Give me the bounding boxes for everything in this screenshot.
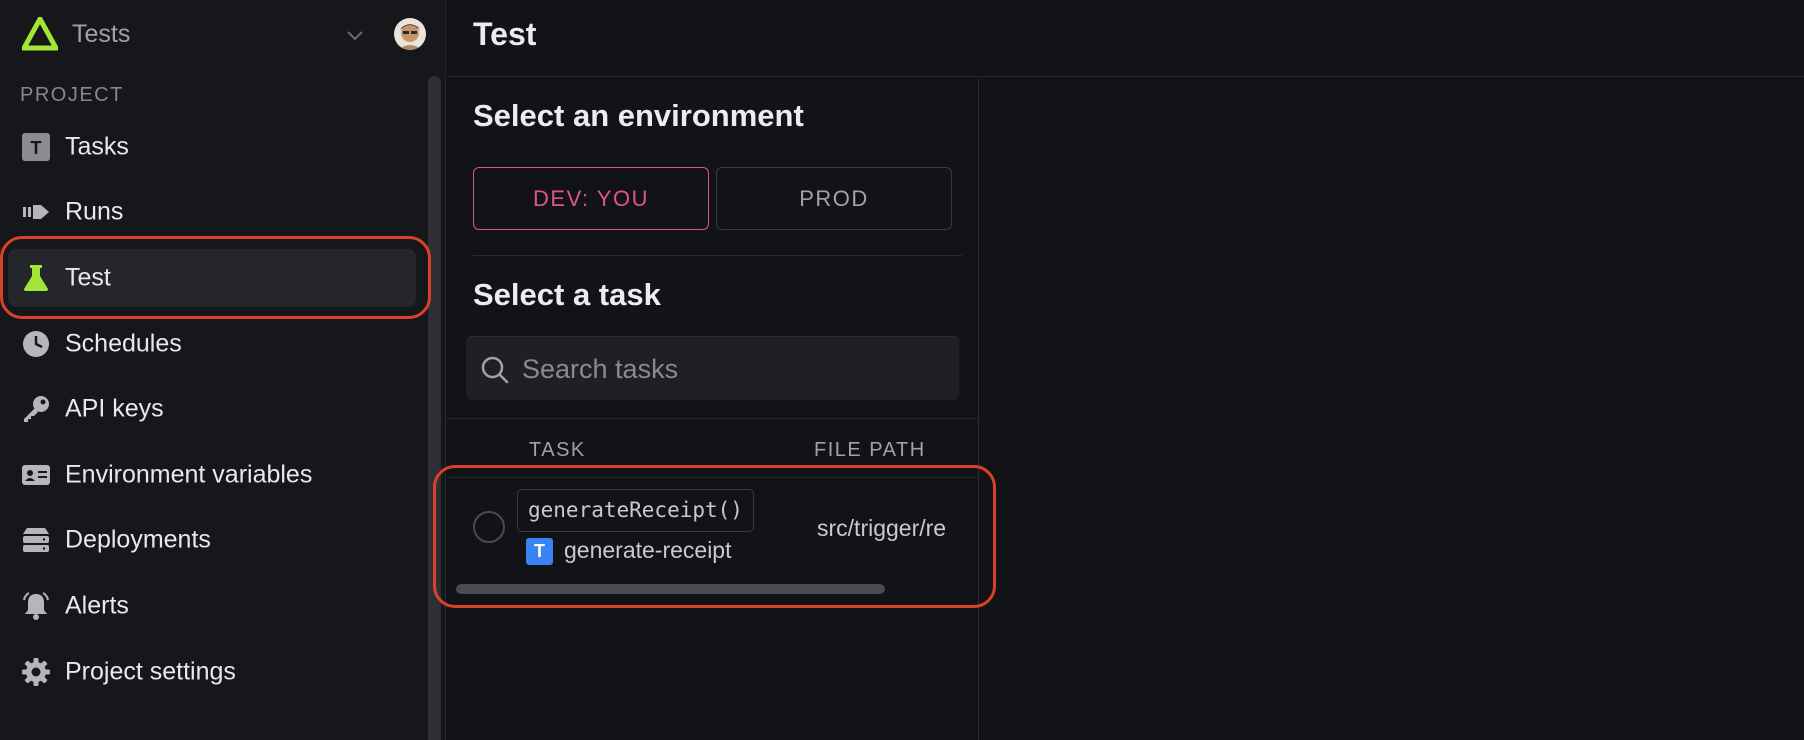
divider xyxy=(473,255,962,256)
task-heading: Select a task xyxy=(473,277,661,312)
test-panel: Select an environment DEV: YOU PROD Sele… xyxy=(447,78,979,740)
flask-icon xyxy=(20,262,52,294)
sidebar-item-runs[interactable]: Runs xyxy=(8,183,416,241)
search-input[interactable] xyxy=(522,337,942,401)
task-radio[interactable] xyxy=(473,511,505,543)
sidebar-item-api-keys[interactable]: API keys xyxy=(8,380,416,438)
sidebar-item-label: Environment variables xyxy=(65,460,313,489)
sidebar-item-project-settings[interactable]: Project settings xyxy=(8,643,416,701)
task-search[interactable] xyxy=(466,336,959,401)
search-icon xyxy=(481,356,509,384)
task-type-badge: T xyxy=(526,538,553,565)
sidebar-item-test[interactable]: Test xyxy=(8,249,416,307)
project-name: Tests xyxy=(72,20,131,48)
runs-icon xyxy=(20,196,52,228)
page-title: Test xyxy=(473,16,537,52)
id-card-icon xyxy=(20,459,52,491)
page-header: Test xyxy=(447,0,1804,77)
gear-icon xyxy=(20,656,52,688)
sidebar-item-environment-variables[interactable]: Environment variables xyxy=(8,446,416,504)
sidebar-item-label: Deployments xyxy=(65,525,211,554)
sidebar-item-label: API keys xyxy=(65,394,164,423)
table-row[interactable]: generateReceipt() T generate-receipt src… xyxy=(447,478,978,596)
task-file-path: src/trigger/re xyxy=(817,515,947,541)
column-header-task[interactable]: TASK xyxy=(529,439,586,462)
env-prod-button[interactable]: PROD xyxy=(716,167,952,230)
table-header: TASK FILE PATH xyxy=(447,418,978,478)
sidebar-item-label: Alerts xyxy=(65,591,129,620)
svg-text:T: T xyxy=(31,138,42,158)
sidebar-item-label: Runs xyxy=(65,197,124,226)
sidebar-item-deployments[interactable]: Deployments xyxy=(8,511,416,569)
environment-heading: Select an environment xyxy=(473,98,804,133)
task-id: generate-receipt xyxy=(564,537,732,563)
chevron-down-icon[interactable] xyxy=(344,24,366,46)
project-section-label: PROJECT xyxy=(20,84,124,106)
key-icon xyxy=(20,393,52,425)
env-dev-button[interactable]: DEV: YOU xyxy=(473,167,709,230)
column-header-file-path[interactable]: FILE PATH xyxy=(814,439,926,462)
project-switcher[interactable]: Tests xyxy=(0,0,446,68)
server-stack-icon xyxy=(20,524,52,556)
clock-icon xyxy=(20,328,52,360)
sidebar: Tests PROJECT T Tasks Runs Test Schedule… xyxy=(0,0,446,740)
bell-icon xyxy=(20,590,52,622)
task-function-name: generateReceipt() xyxy=(517,489,754,532)
sidebar-scrollbar[interactable] xyxy=(428,76,441,740)
sidebar-item-label: Test xyxy=(65,263,111,292)
sidebar-item-label: Tasks xyxy=(65,132,129,161)
sidebar-item-schedules[interactable]: Schedules xyxy=(8,315,416,373)
sidebar-item-alerts[interactable]: Alerts xyxy=(8,577,416,635)
sidebar-item-tasks[interactable]: T Tasks xyxy=(8,118,416,176)
tasks-icon: T xyxy=(20,131,52,163)
avatar[interactable] xyxy=(394,18,426,50)
horizontal-scrollbar[interactable] xyxy=(456,584,885,594)
trigger-logo-icon xyxy=(22,17,58,51)
sidebar-item-label: Project settings xyxy=(65,657,236,686)
sidebar-item-label: Schedules xyxy=(65,329,182,358)
